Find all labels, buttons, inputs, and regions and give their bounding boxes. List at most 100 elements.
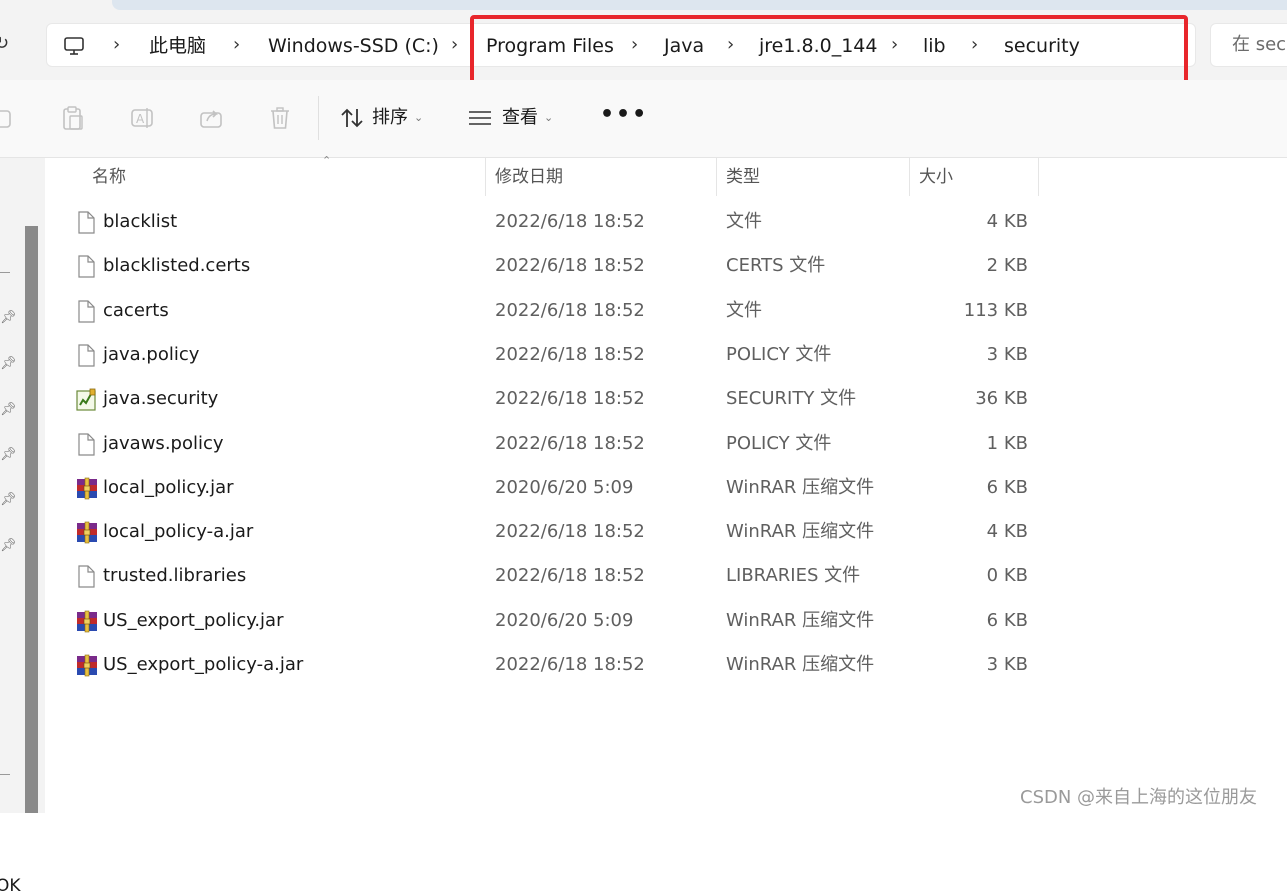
nav-scrollbar[interactable]: [25, 226, 38, 813]
chevron-right-icon[interactable]: ›: [971, 34, 978, 56]
pin-icon[interactable]: 📌︎: [0, 402, 17, 418]
breadcrumb-lib[interactable]: lib: [923, 34, 946, 58]
breadcrumb-this-pc[interactable]: 此电脑: [149, 34, 206, 58]
file-name[interactable]: java.policy: [103, 343, 199, 367]
file-row[interactable]: javaws.policy 2022/6/18 18:52 POLICY 文件 1 K…: [45, 422, 1045, 466]
address-bar[interactable]: › 此电脑 › Windows-SSD (C:) › Program Files…: [46, 23, 1196, 67]
file-row[interactable]: local_policy-a.jar 2022/6/18 18:52 WinRAR …: [45, 510, 1045, 554]
winrar-icon: [76, 521, 97, 544]
sort-icon: [341, 108, 363, 128]
file-date: 2022/6/18 18:52: [495, 211, 645, 232]
file-date: 2022/6/18 18:52: [495, 343, 645, 365]
breadcrumb-drive[interactable]: Windows-SSD (C:): [268, 34, 439, 58]
paste-icon[interactable]: [61, 105, 85, 131]
file-icon: [76, 255, 96, 278]
breadcrumb-java[interactable]: Java: [664, 34, 704, 58]
file-row[interactable]: trusted.libraries 2022/6/18 18:52 LIBRARIE…: [45, 554, 1045, 598]
file-row[interactable]: cacerts 2022/6/18 18:52 文件 113 KB: [45, 289, 1045, 333]
column-name[interactable]: 名称: [92, 158, 126, 196]
breadcrumb-program-files[interactable]: Program Files: [486, 34, 614, 58]
file-name[interactable]: local_policy.jar: [103, 476, 234, 500]
file-size: 4 KB: [986, 521, 1028, 543]
file-name[interactable]: US_export_policy.jar: [103, 609, 283, 633]
delete-icon[interactable]: [268, 105, 292, 131]
chevron-right-icon[interactable]: ›: [727, 34, 734, 56]
file-size: 6 KB: [986, 476, 1028, 498]
copy-icon[interactable]: [0, 105, 14, 131]
view-icon: [469, 111, 491, 125]
file-row[interactable]: US_export_policy-a.jar 2022/6/18 18:52 Win…: [45, 643, 1045, 687]
file-row[interactable]: java.security 2022/6/18 18:52 SECURITY 文件 3…: [45, 377, 1045, 421]
file-name[interactable]: blacklist: [103, 210, 177, 234]
rename-icon[interactable]: A: [130, 105, 154, 131]
search-input[interactable]: 在 sec: [1210, 23, 1287, 67]
file-icon: [76, 211, 96, 234]
sort-button[interactable]: 排序 ⌄: [340, 104, 423, 132]
file-size: 3 KB: [986, 654, 1028, 675]
sort-indicator-icon: ⌃: [322, 154, 332, 167]
file-name[interactable]: cacerts: [103, 299, 169, 323]
pin-icon[interactable]: 📌︎: [0, 447, 17, 463]
file-icon: [76, 565, 96, 588]
file-row[interactable]: blacklist 2022/6/18 18:52 文件 4 KB: [45, 200, 1045, 244]
command-bar: A 排序 ⌄ 查看 ⌄ •••: [0, 80, 1287, 158]
winrar-icon: [76, 654, 97, 677]
file-date: 2022/6/18 18:52: [495, 255, 645, 277]
toolbar-divider: [318, 96, 319, 140]
column-type[interactable]: 类型: [726, 158, 760, 196]
chevron-right-icon[interactable]: ›: [233, 34, 240, 56]
file-row[interactable]: local_policy.jar 2020/6/20 5:09 WinRAR 压缩文…: [45, 466, 1045, 510]
share-icon[interactable]: [199, 105, 223, 131]
file-type: WinRAR 压缩文件: [726, 654, 875, 675]
column-divider[interactable]: [909, 158, 910, 196]
file-name[interactable]: US_export_policy-a.jar: [103, 653, 303, 677]
pin-icon[interactable]: 📌︎: [0, 356, 17, 372]
column-date[interactable]: 修改日期: [495, 158, 563, 196]
watermark: CSDN @来自上海的这位朋友: [1020, 787, 1258, 808]
file-type: POLICY 文件: [726, 432, 832, 454]
pin-icon[interactable]: 📌︎: [0, 492, 17, 508]
file-icon: [76, 432, 96, 456]
winrar-icon: [76, 610, 97, 633]
pin-icon[interactable]: 📌︎: [0, 538, 17, 554]
file-date: 2022/6/18 18:52: [495, 388, 645, 410]
tab-strip-edge: [112, 0, 1287, 10]
breadcrumb-security[interactable]: security: [1004, 34, 1080, 58]
file-name[interactable]: blacklisted.certs: [103, 254, 250, 278]
view-button[interactable]: 查看 ⌄: [468, 104, 553, 132]
column-divider[interactable]: [716, 158, 717, 196]
file-type: CERTS 文件: [726, 255, 826, 277]
refresh-icon[interactable]: ↻: [0, 30, 16, 58]
pin-icon[interactable]: 📌︎: [0, 310, 17, 326]
file-name[interactable]: javaws.policy: [103, 432, 224, 456]
file-row[interactable]: US_export_policy.jar 2020/6/20 5:09 WinRAR…: [45, 599, 1045, 643]
column-divider[interactable]: [485, 158, 486, 196]
file-type: WinRAR 压缩文件: [726, 609, 875, 631]
more-options-icon[interactable]: •••: [600, 100, 648, 130]
breadcrumb-jre[interactable]: jre1.8.0_144: [759, 34, 877, 58]
view-label: 查看: [502, 107, 538, 128]
file-icon: [76, 299, 96, 323]
file-row[interactable]: java.policy 2022/6/18 18:52 POLICY 文件 3 KB: [45, 333, 1045, 377]
file-date: 2020/6/20 5:09: [495, 609, 634, 631]
file-size: 1 KB: [986, 432, 1028, 454]
file-name[interactable]: java.security: [103, 387, 218, 411]
chevron-right-icon[interactable]: ›: [113, 34, 120, 56]
file-type: WinRAR 压缩文件: [726, 476, 875, 498]
file-type: 文件: [726, 299, 762, 321]
file-row[interactable]: blacklisted.certs 2022/6/18 18:52 CERTS 文件…: [45, 244, 1045, 288]
file-name[interactable]: local_policy-a.jar: [103, 520, 253, 544]
column-size[interactable]: 大小: [919, 158, 953, 196]
nav-divider: [0, 272, 10, 273]
chevron-right-icon[interactable]: ›: [891, 34, 898, 56]
file-type: POLICY 文件: [726, 343, 832, 365]
file-name[interactable]: trusted.libraries: [103, 564, 246, 588]
this-pc-icon[interactable]: [63, 35, 85, 57]
nav-item-label[interactable]: OK: [0, 876, 21, 896]
column-divider[interactable]: [1038, 158, 1039, 196]
chevron-right-icon[interactable]: ›: [631, 34, 638, 56]
chevron-down-icon: ⌄: [414, 111, 424, 124]
svg-text:A: A: [136, 112, 145, 126]
navigation-pane: 📌︎ 📌︎ 📌︎ 📌︎ 📌︎ 📌︎ OK: [0, 158, 45, 896]
chevron-right-icon[interactable]: ›: [451, 34, 458, 56]
